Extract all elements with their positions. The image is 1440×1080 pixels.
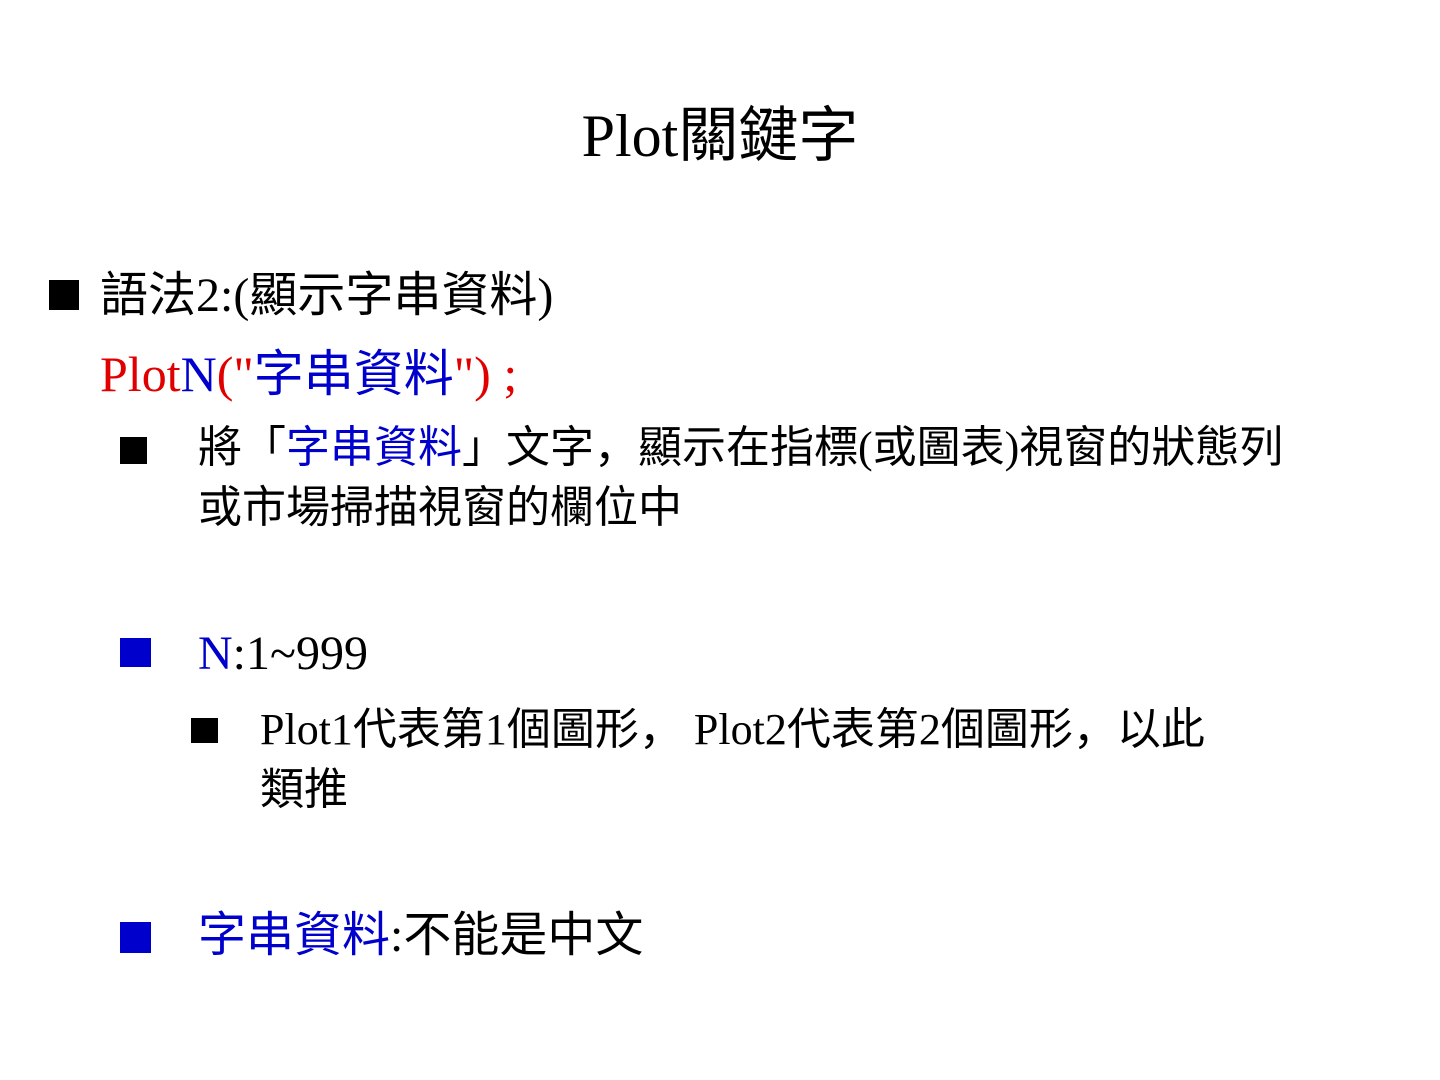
desc-highlight: 字串資料 <box>286 423 462 472</box>
n-range-item: N:1~999 <box>198 624 368 684</box>
n-sub-line-2: 類推 <box>260 765 348 814</box>
string-label: 字串資料 <box>198 909 391 962</box>
code-plot: Plot <box>100 346 181 402</box>
code-open: (" <box>216 346 254 402</box>
n-label: N <box>198 627 233 680</box>
syntax-label: 語法2:(顯示字串資料) <box>100 269 554 322</box>
square-bullet-icon <box>191 718 218 743</box>
description-line-1: 將「字串資料」文字，顯示在指標(或圖表)視窗的狀態列 <box>198 418 1283 478</box>
n-range: :1~999 <box>232 627 368 680</box>
code-n: N <box>180 346 217 402</box>
code-close: ") ; <box>453 346 518 402</box>
string-rest: :不能是中文 <box>390 909 644 962</box>
square-bullet-icon <box>49 280 79 310</box>
desc-prefix: 將「 <box>198 423 286 472</box>
slide-title: Plot關鍵字 <box>581 103 859 169</box>
square-bullet-icon <box>120 638 151 667</box>
description-line-2: 或市場掃描視窗的欄位中 <box>198 483 682 532</box>
slide: Plot關鍵字 語法2:(顯示字串資料) PlotN("字串資料") ; 將「字… <box>0 0 1440 1080</box>
square-bullet-icon <box>120 437 147 464</box>
string-restriction-item: 字串資料:不能是中文 <box>198 906 643 966</box>
syntax-code: PlotN("字串資料") ; <box>100 344 517 404</box>
code-string: 字串資料 <box>253 346 454 402</box>
square-bullet-icon <box>120 922 151 953</box>
desc-suffix: 」文字，顯示在指標(或圖表)視窗的狀態列 <box>462 423 1284 472</box>
n-sub-line-1: Plot1代表第1個圖形， Plot2代表第2個圖形，以此 <box>260 705 1205 754</box>
